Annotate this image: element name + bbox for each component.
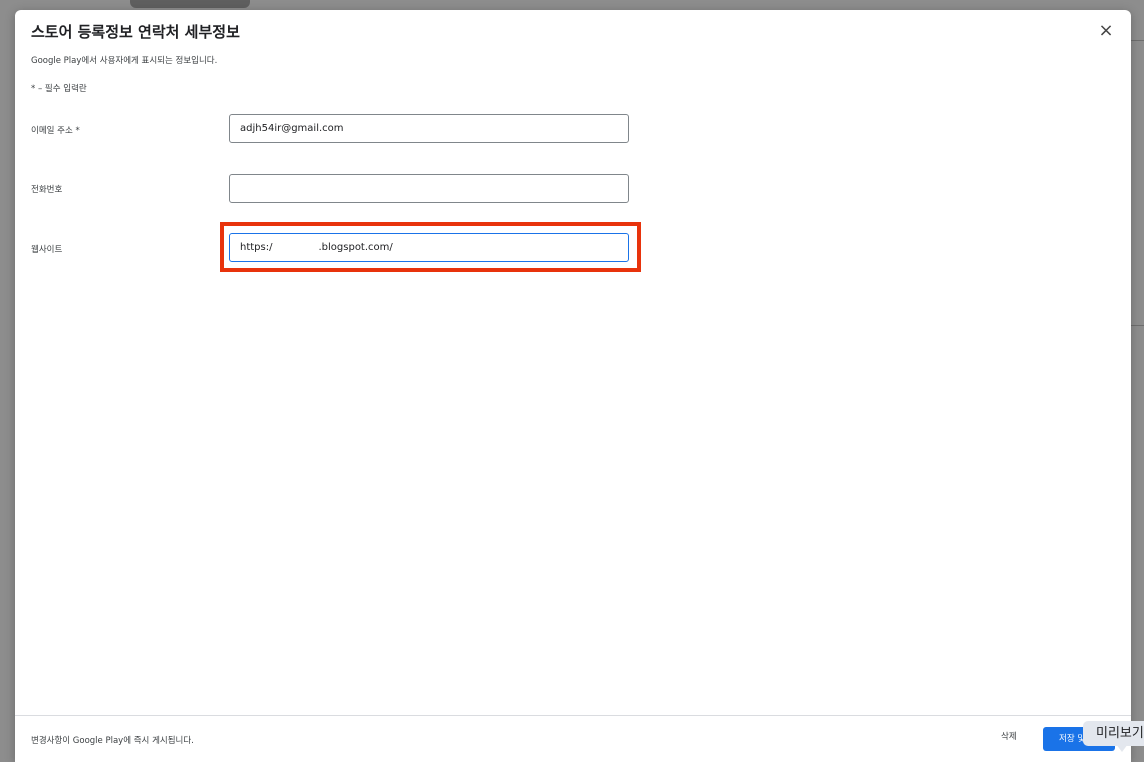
website-label: 웹사이트 bbox=[31, 245, 63, 255]
background-divider bbox=[1131, 40, 1144, 41]
website-value-start: https:/ bbox=[240, 242, 273, 253]
phone-label: 전화번호 bbox=[31, 185, 63, 195]
dialog-subtitle: Google Play에서 사용자에게 표시되는 정보입니다. bbox=[31, 56, 218, 66]
dialog-title: 스토어 등록정보 연락처 세부정보 bbox=[31, 23, 240, 41]
email-field[interactable]: adjh54ir@gmail.com bbox=[229, 114, 629, 143]
footer-notice: 변경사항이 Google Play에 즉시 게시됩니다. bbox=[31, 736, 194, 746]
required-note: * – 필수 입력란 bbox=[31, 84, 87, 94]
preview-button[interactable]: 미리보기 bbox=[1083, 721, 1144, 746]
delete-button[interactable]: 삭제 bbox=[1001, 730, 1017, 742]
close-icon[interactable]: × bbox=[1095, 20, 1117, 42]
background-page-title bbox=[130, 0, 250, 8]
email-label: 이메일 주소 * bbox=[31, 126, 80, 136]
preview-tooltip-tail bbox=[1116, 744, 1128, 752]
footer-divider bbox=[15, 715, 1131, 716]
background-divider bbox=[1131, 325, 1144, 326]
phone-field[interactable] bbox=[229, 174, 629, 203]
website-value-end: .blogspot.com/ bbox=[318, 242, 393, 253]
contact-details-dialog: 스토어 등록정보 연락처 세부정보 × Google Play에서 사용자에게 … bbox=[15, 10, 1131, 762]
website-field[interactable]: https:/ .blogspot.com/ bbox=[229, 233, 629, 262]
